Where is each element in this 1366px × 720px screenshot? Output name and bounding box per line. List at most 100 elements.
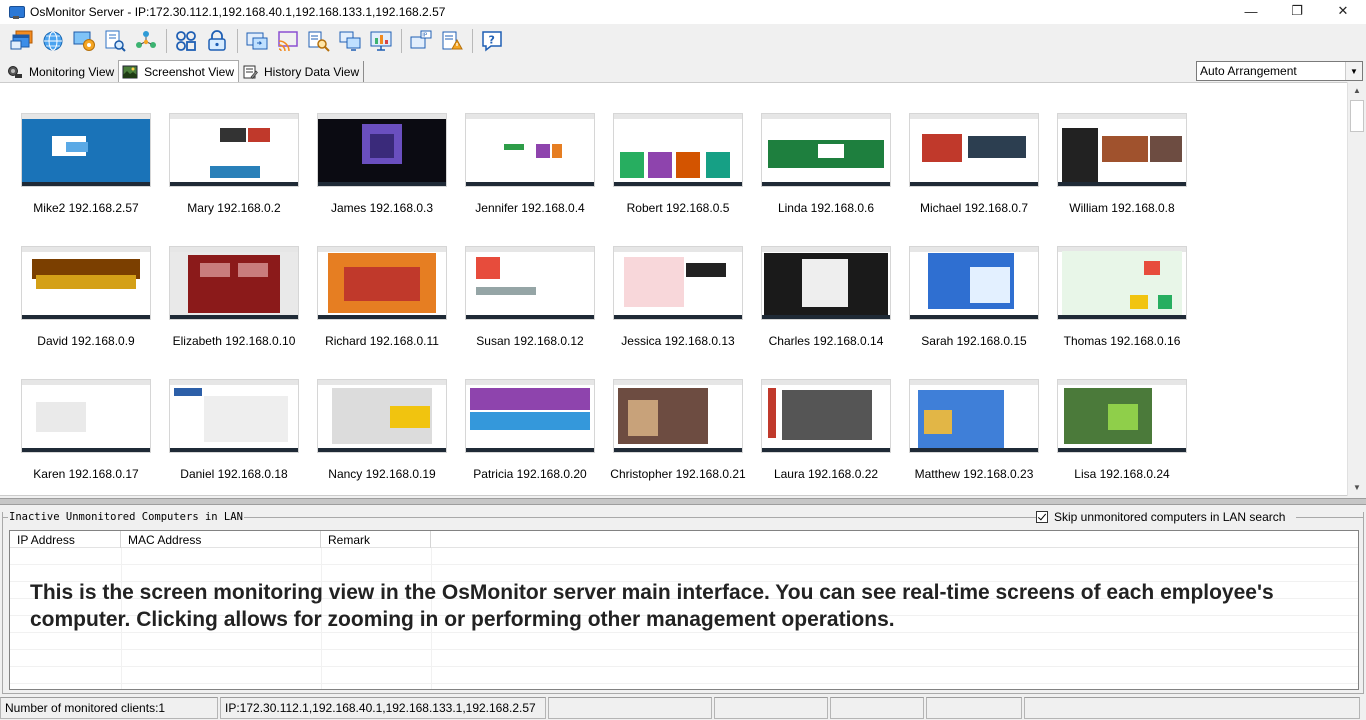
client-caption[interactable]: Lisa 192.168.0.24	[1048, 468, 1196, 481]
network-users-button[interactable]	[132, 27, 160, 55]
client-caption[interactable]: Christopher 192.168.0.21	[604, 468, 752, 481]
client-screenshot[interactable]	[170, 247, 298, 319]
thumb-content	[220, 128, 246, 142]
tab-monitoring-view[interactable]: Monitoring View	[4, 61, 118, 82]
client-caption[interactable]: Nancy 192.168.0.19	[308, 468, 456, 481]
remote-desktop-button[interactable]	[243, 27, 271, 55]
thumb-content	[470, 388, 590, 410]
client-caption[interactable]: Karen 192.168.0.17	[12, 468, 160, 481]
client-screenshot[interactable]	[318, 114, 446, 186]
chevron-down-icon[interactable]: ▼	[1345, 62, 1362, 80]
client-caption[interactable]: Mike2 192.168.2.57	[12, 202, 160, 215]
client-screenshot[interactable]	[762, 114, 890, 186]
client-caption[interactable]: Mary 192.168.0.2	[160, 202, 308, 215]
panel-splitter[interactable]	[0, 498, 1366, 505]
client-caption[interactable]: Patricia 192.168.0.20	[456, 468, 604, 481]
globe-button[interactable]	[39, 27, 67, 55]
client-caption[interactable]: Charles 192.168.0.14	[752, 335, 900, 348]
grid-scrollbar[interactable]: ▲ ▼	[1347, 82, 1366, 496]
restore-button[interactable]: ❐	[1274, 0, 1320, 22]
skip-unmonitored-option[interactable]: Skip unmonitored computers in LAN search	[1036, 510, 1290, 524]
column-ip-address[interactable]: IP Address	[10, 531, 121, 548]
thumb-content	[706, 152, 730, 178]
column-remark[interactable]: Remark	[321, 531, 431, 548]
client-caption[interactable]: Elizabeth 192.168.0.10	[160, 335, 308, 348]
windows-stack-button[interactable]	[8, 27, 36, 55]
skip-unmonitored-checkbox[interactable]	[1036, 511, 1048, 523]
thumb-content	[970, 267, 1010, 303]
client-caption[interactable]: Sarah 192.168.0.15	[900, 335, 1048, 348]
thumb-window-bar	[762, 380, 890, 385]
arrangement-select[interactable]: Auto Arrangement ▼	[1196, 61, 1363, 81]
client-screenshot[interactable]	[318, 247, 446, 319]
minimize-button[interactable]: —	[1228, 0, 1274, 22]
client-caption[interactable]: Matthew 192.168.0.23	[900, 468, 1048, 481]
scroll-down-arrow-icon[interactable]: ▼	[1348, 479, 1366, 495]
client-screenshot[interactable]	[466, 114, 594, 186]
alert-document-button[interactable]	[438, 27, 466, 55]
thumb-window-bar	[22, 247, 150, 252]
thumb-taskbar	[22, 448, 150, 452]
multi-monitor-button[interactable]	[336, 27, 364, 55]
scroll-up-arrow-icon[interactable]: ▲	[1348, 82, 1366, 98]
thumb-content	[248, 128, 270, 142]
lock-computer-button[interactable]	[203, 27, 231, 55]
client-screenshot[interactable]	[762, 247, 890, 319]
inactive-computers-list[interactable]: IP Address MAC Address Remark This is th…	[9, 530, 1359, 690]
client-caption[interactable]: Thomas 192.168.0.16	[1048, 335, 1196, 348]
computer-settings-button[interactable]	[70, 27, 98, 55]
thumb-taskbar	[762, 315, 890, 319]
group-nodes-button[interactable]	[172, 27, 200, 55]
tab-history-data-view[interactable]: History Data View	[239, 61, 365, 82]
thumb-window-bar	[1058, 380, 1186, 385]
client-caption[interactable]: Richard 192.168.0.11	[308, 335, 456, 348]
screen-cast-button[interactable]	[274, 27, 302, 55]
thumb-content	[536, 144, 550, 158]
client-screenshot[interactable]	[22, 114, 150, 186]
client-caption[interactable]: Daniel 192.168.0.18	[160, 468, 308, 481]
thumb-taskbar	[318, 182, 446, 186]
monitor-chart-button[interactable]	[367, 27, 395, 55]
client-screenshot[interactable]	[910, 380, 1038, 452]
client-screenshot[interactable]	[1058, 247, 1186, 319]
client-caption[interactable]: Susan 192.168.0.12	[456, 335, 604, 348]
client-caption[interactable]: Linda 192.168.0.6	[752, 202, 900, 215]
client-screenshot[interactable]	[170, 380, 298, 452]
client-screenshot[interactable]	[318, 380, 446, 452]
client-caption[interactable]: Robert 192.168.0.5	[604, 202, 752, 215]
report-search-button[interactable]	[101, 27, 129, 55]
client-caption[interactable]: David 192.168.0.9	[12, 335, 160, 348]
tab-screenshot-view[interactable]: Screenshot View	[118, 60, 239, 82]
list-row	[10, 667, 1358, 684]
client-screenshot[interactable]	[614, 247, 742, 319]
client-screenshot[interactable]	[762, 380, 890, 452]
client-screenshot[interactable]	[466, 247, 594, 319]
client-screenshot[interactable]	[466, 380, 594, 452]
client-screenshot[interactable]	[22, 247, 150, 319]
client-screenshot[interactable]	[910, 247, 1038, 319]
list-row	[10, 548, 1358, 565]
client-caption[interactable]: James 192.168.0.3	[308, 202, 456, 215]
client-screenshot[interactable]	[170, 114, 298, 186]
status-bar: Number of monitored clients:1 IP:172.30.…	[0, 697, 1366, 720]
ip-computer-button[interactable]: IP	[407, 27, 435, 55]
client-caption[interactable]: Michael 192.168.0.7	[900, 202, 1048, 215]
client-caption[interactable]: Jessica 192.168.0.13	[604, 335, 752, 348]
thumb-window-bar	[22, 114, 150, 119]
client-screenshot[interactable]	[614, 380, 742, 452]
scrollbar-thumb[interactable]	[1350, 100, 1364, 132]
search-list-button[interactable]	[305, 27, 333, 55]
client-screenshot[interactable]	[614, 114, 742, 186]
client-screenshot[interactable]	[22, 380, 150, 452]
thumb-content	[968, 136, 1026, 158]
client-caption[interactable]: Laura 192.168.0.22	[752, 468, 900, 481]
thumb-taskbar	[762, 182, 890, 186]
client-screenshot[interactable]	[1058, 380, 1186, 452]
client-caption[interactable]: William 192.168.0.8	[1048, 202, 1196, 215]
close-button[interactable]: ✕	[1320, 0, 1366, 22]
help-button[interactable]: ?	[478, 27, 506, 55]
client-screenshot[interactable]	[910, 114, 1038, 186]
client-caption[interactable]: Jennifer 192.168.0.4	[456, 202, 604, 215]
client-screenshot[interactable]	[1058, 114, 1186, 186]
column-mac-address[interactable]: MAC Address	[121, 531, 321, 548]
